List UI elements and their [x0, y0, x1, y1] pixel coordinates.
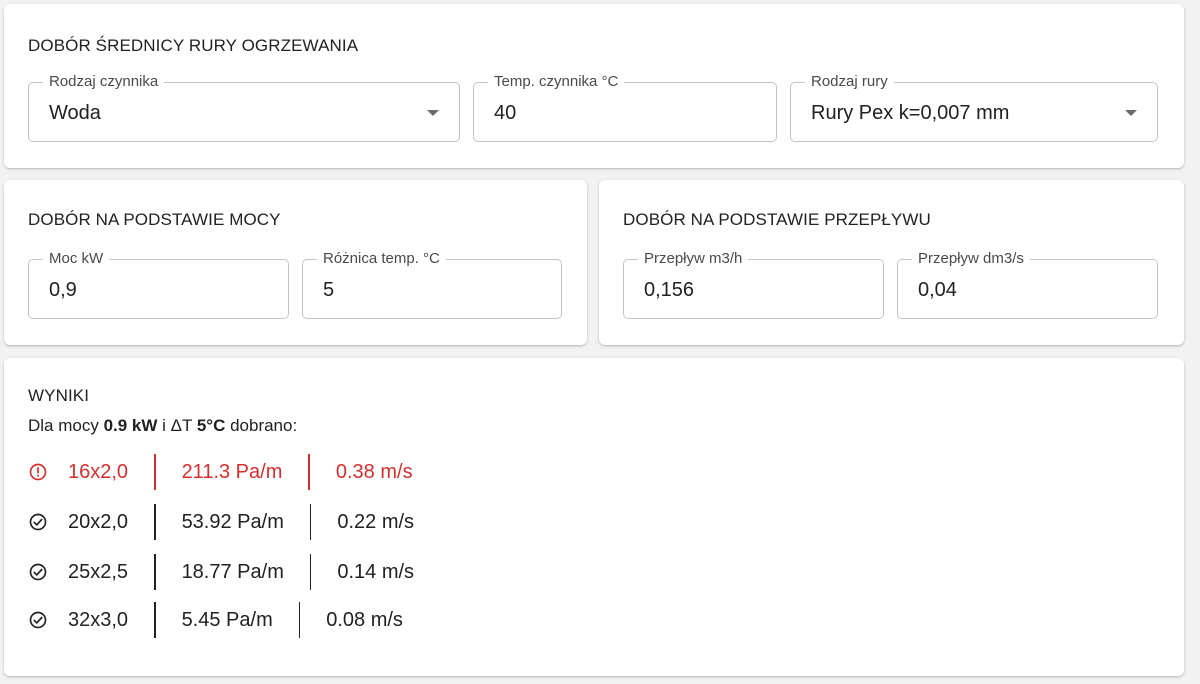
pipe-type-label: Rodzaj rury	[805, 72, 894, 92]
pressure-drop: 18.77 Pa/m	[181, 560, 284, 583]
velocity: 0.08 m/s	[326, 608, 403, 631]
medium-select[interactable]: Rodzaj czynnika Woda	[28, 72, 460, 142]
check-circle-icon	[29, 513, 47, 531]
alert-circle-icon	[29, 463, 47, 481]
pipe-size: 20x2,0	[68, 510, 129, 533]
power-label: Moc kW	[43, 249, 110, 269]
result-row: 16x2,0 211.3 Pa/m 0.38 m/s	[28, 452, 413, 492]
temperature-input[interactable]	[494, 100, 706, 126]
pipe-type-value: Rury Pex k=0,007 mm	[811, 102, 1010, 124]
divider	[308, 454, 310, 490]
temp-difference-label: Różnica temp. °C	[317, 249, 446, 269]
pipe-diameter-card: DOBÓR ŚREDNICY RURY OGRZEWANIA Rodzaj cz…	[4, 4, 1184, 168]
temp-difference-input[interactable]	[323, 277, 504, 303]
flow-dm3s-label: Przepływ dm3/s	[912, 249, 1030, 269]
flow-dm3s-field[interactable]: Przepływ dm3/s	[897, 249, 1158, 319]
pipe-diameter-title: DOBÓR ŚREDNICY RURY OGRZEWANIA	[28, 36, 359, 55]
temperature-label: Temp. czynnika °C	[488, 72, 625, 92]
summary-middle: i ΔT	[157, 416, 197, 435]
divider	[298, 602, 301, 638]
power-field[interactable]: Moc kW	[28, 249, 289, 319]
chevron-down-icon[interactable]	[1125, 110, 1137, 116]
power-selection-card: DOBÓR NA PODSTAWIE MOCY Moc kW Różnica t…	[4, 180, 587, 345]
flow-dm3s-input[interactable]	[918, 277, 1100, 303]
check-circle-icon	[29, 563, 47, 581]
temperature-field[interactable]: Temp. czynnika °C	[473, 72, 777, 142]
pipe-size: 16x2,0	[68, 460, 129, 483]
pressure-drop: 211.3 Pa/m	[181, 460, 283, 483]
medium-value: Woda	[49, 102, 101, 124]
summary-power: 0.9 kW	[103, 416, 158, 435]
flow-m3h-field[interactable]: Przepływ m3/h	[623, 249, 884, 319]
pressure-drop: 5.45 Pa/m	[181, 608, 273, 631]
flow-m3h-label: Przepływ m3/h	[638, 249, 749, 269]
pipe-type-select[interactable]: Rodzaj rury Rury Pex k=0,007 mm	[790, 72, 1158, 142]
flow-selection-title: DOBÓR NA PODSTAWIE PRZEPŁYWU	[623, 210, 931, 229]
temp-difference-field[interactable]: Różnica temp. °C	[302, 249, 562, 319]
summary-suffix: dobrano:	[225, 416, 298, 435]
results-title: WYNIKI	[28, 386, 90, 405]
power-input[interactable]	[49, 277, 231, 303]
velocity: 0.38 m/s	[335, 460, 413, 483]
chevron-down-icon[interactable]	[427, 110, 439, 116]
summary-prefix: Dla mocy	[28, 416, 104, 435]
results-summary: Dla mocy 0.9 kW i ΔT 5°C dobrano:	[28, 416, 297, 436]
pipe-size: 25x2,5	[68, 560, 129, 583]
summary-delta: 5°C	[196, 416, 226, 435]
result-row: 32x3,0 5.45 Pa/m 0.08 m/s	[28, 600, 403, 640]
medium-label: Rodzaj czynnika	[43, 72, 165, 92]
divider	[309, 554, 312, 590]
pressure-drop: 53.92 Pa/m	[181, 510, 284, 533]
divider	[154, 554, 156, 590]
velocity: 0.22 m/s	[337, 510, 415, 533]
divider	[154, 454, 156, 490]
result-row: 25x2,5 18.77 Pa/m 0.14 m/s	[28, 552, 414, 592]
result-row: 20x2,0 53.92 Pa/m 0.22 m/s	[28, 502, 414, 542]
check-circle-icon	[29, 611, 47, 629]
power-selection-title: DOBÓR NA PODSTAWIE MOCY	[28, 210, 281, 229]
divider	[154, 504, 156, 540]
flow-m3h-input[interactable]	[644, 277, 826, 303]
flow-selection-card: DOBÓR NA PODSTAWIE PRZEPŁYWU Przepływ m3…	[599, 180, 1184, 345]
pipe-size: 32x3,0	[68, 608, 129, 631]
divider	[154, 602, 156, 638]
divider	[309, 504, 312, 540]
velocity: 0.14 m/s	[337, 560, 415, 583]
